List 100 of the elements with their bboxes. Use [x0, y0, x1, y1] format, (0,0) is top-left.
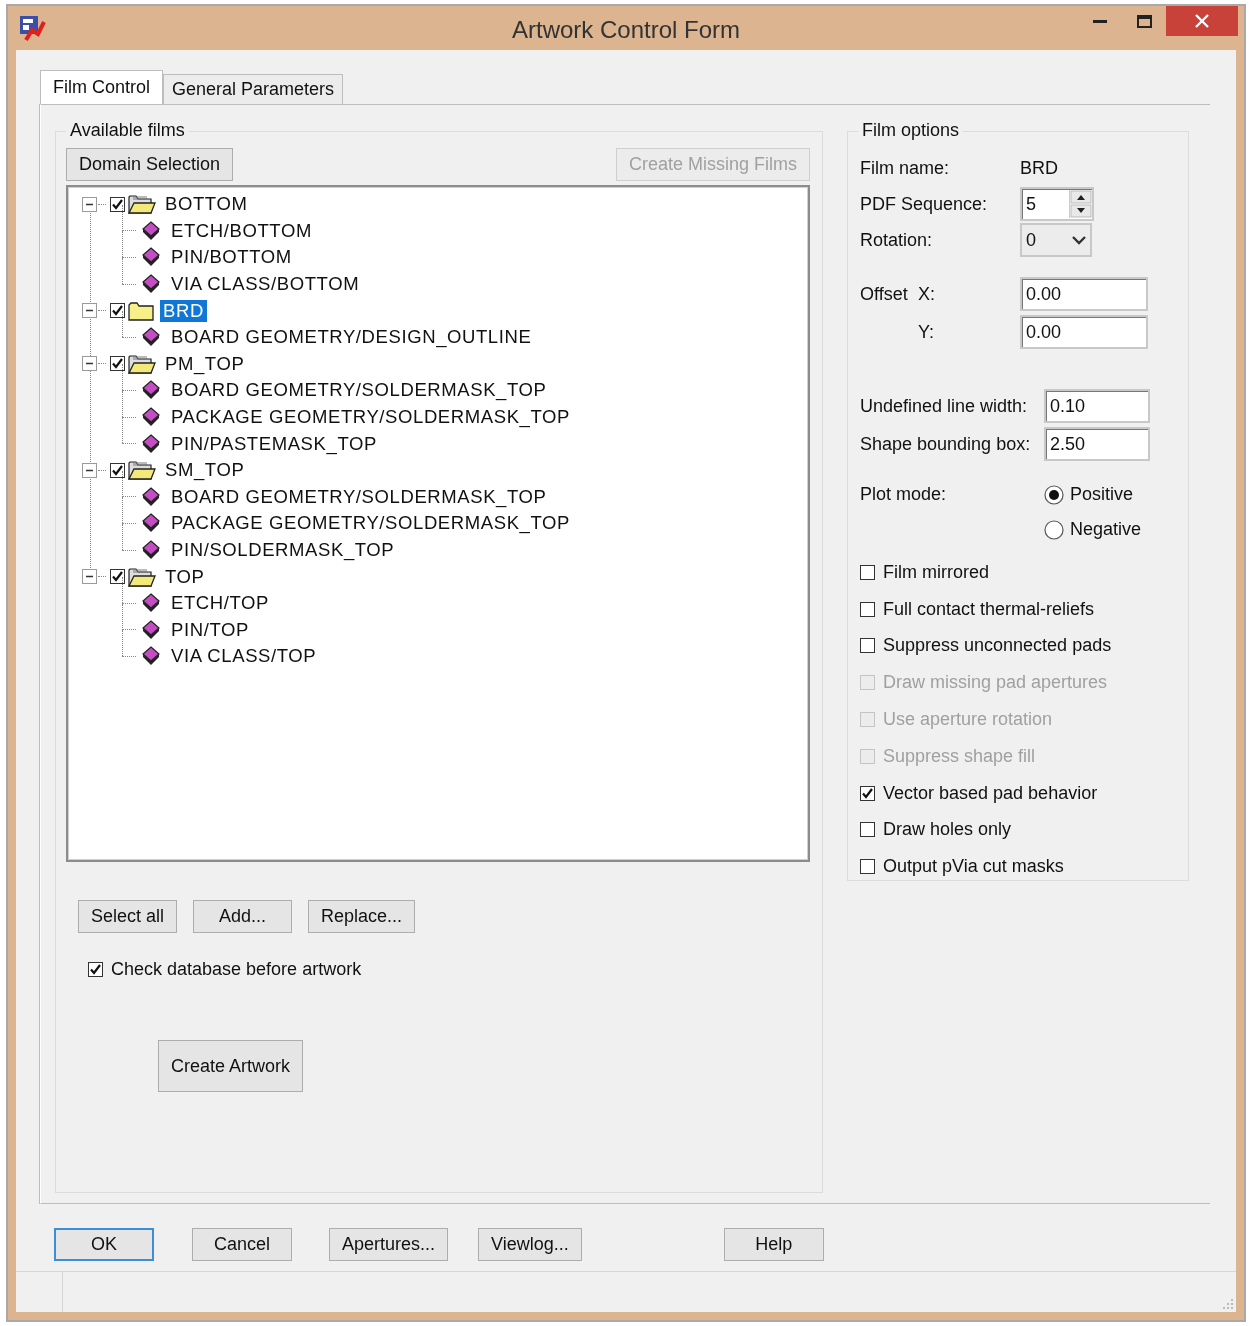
domain-selection-button[interactable]: Domain Selection	[66, 148, 234, 181]
action-button[interactable]: Add...	[193, 900, 293, 933]
checkbox-label: Use aperture rotation	[883, 709, 1053, 731]
collapse-icon[interactable]	[82, 303, 97, 319]
action-button[interactable]: Replace...	[308, 900, 416, 933]
checkbox-label: Suppress unconnected pads	[883, 635, 1112, 657]
folder-icon	[128, 300, 154, 321]
radio-button[interactable]	[1044, 484, 1064, 505]
window-title: Artwork Control Form	[511, 16, 740, 44]
field-label: Undefined line width:	[860, 395, 1029, 417]
open-folder-icon	[128, 460, 156, 481]
checkbox[interactable]	[110, 462, 125, 478]
field-label: PDF Sequence:	[860, 193, 989, 215]
tree-item[interactable]: VIA CLASS/TOP	[168, 645, 320, 668]
resize-grip-icon	[1222, 1298, 1234, 1310]
input-field[interactable]: 0.10	[1044, 389, 1150, 423]
tree-item[interactable]: BOARD GEOMETRY/SOLDERMASK_TOP	[168, 379, 550, 402]
create-artwork-button[interactable]: Create Artwork	[158, 1040, 304, 1092]
checkbox-label: Check database before artwork	[111, 959, 362, 980]
diamond-icon	[142, 220, 160, 241]
diamond-icon	[142, 327, 160, 348]
tree-item[interactable]: PACKAGE GEOMETRY/SOLDERMASK_TOP	[168, 512, 573, 535]
action-button[interactable]: Select all	[78, 900, 178, 933]
field-label: Plot mode:	[860, 484, 948, 506]
diamond-icon	[142, 274, 160, 295]
checkbox-label: Suppress shape fill	[883, 745, 1036, 767]
checkbox[interactable]	[110, 303, 125, 319]
input-field[interactable]: 0.00	[1020, 277, 1148, 311]
close-icon	[1194, 13, 1210, 29]
open-folder-icon	[128, 194, 156, 215]
open-folder-icon	[128, 353, 156, 374]
tree-item[interactable]: PM_TOP	[162, 352, 248, 375]
diamond-icon	[142, 247, 160, 268]
field-label: Offset	[860, 283, 909, 305]
radio-button[interactable]	[1044, 519, 1064, 540]
tree-item[interactable]: BRD	[160, 299, 207, 322]
diamond-icon	[142, 646, 160, 667]
diamond-icon	[142, 486, 160, 507]
dialog-button[interactable]: Help	[723, 1228, 824, 1261]
checkbox-label: Draw holes only	[883, 819, 1012, 841]
tree-item[interactable]: BOTTOM	[162, 193, 251, 216]
checkbox[interactable]	[860, 601, 875, 617]
tree-item[interactable]: PIN/PASTEMASK_TOP	[168, 432, 380, 455]
checkbox[interactable]	[860, 859, 875, 875]
checkbox[interactable]	[88, 962, 103, 977]
tab[interactable]: General Parameters	[163, 74, 344, 104]
checkbox[interactable]	[110, 569, 125, 585]
spin-field[interactable]: 5	[1020, 187, 1094, 221]
input-field[interactable]: 2.50	[1044, 427, 1150, 461]
group-title: Film options	[858, 120, 964, 141]
diamond-icon	[142, 540, 160, 560]
dialog-button[interactable]: Viewlog...	[478, 1228, 582, 1261]
tree-item[interactable]: PIN/TOP	[168, 618, 252, 641]
radio-label: Positive	[1070, 484, 1134, 505]
tree-item[interactable]: PACKAGE GEOMETRY/SOLDERMASK_TOP	[168, 406, 573, 429]
tree-item[interactable]: VIA CLASS/BOTTOM	[168, 273, 363, 296]
input-field[interactable]: 0.00	[1020, 315, 1148, 349]
field-label: Y:	[918, 321, 935, 343]
diamond-icon	[142, 513, 160, 534]
collapse-icon[interactable]	[82, 569, 97, 585]
checkbox[interactable]	[110, 356, 125, 372]
diamond-icon	[142, 593, 160, 614]
checkbox-label: Draw missing pad apertures	[883, 672, 1108, 694]
app-icon	[18, 14, 46, 42]
tree-item[interactable]: BOARD GEOMETRY/SOLDERMASK_TOP	[168, 485, 550, 508]
tree-item[interactable]: ETCH/BOTTOM	[168, 219, 315, 242]
chevron-down-icon	[1072, 235, 1086, 245]
tree-item[interactable]: SM_TOP	[162, 459, 248, 482]
checkbox[interactable]	[110, 196, 125, 212]
diamond-icon	[142, 619, 160, 640]
tree-item[interactable]: PIN/SOLDERMASK_TOP	[168, 539, 398, 561]
open-folder-icon	[128, 566, 156, 587]
checkbox[interactable]	[860, 564, 875, 580]
checkbox-label: Full contact thermal-reliefs	[883, 598, 1095, 620]
checkbox[interactable]	[860, 638, 875, 654]
tab[interactable]: Film Control	[40, 70, 163, 104]
checkbox[interactable]	[860, 785, 875, 801]
film-name-value: BRD	[1020, 157, 1058, 179]
checkbox-label: Film mirrored	[883, 561, 989, 583]
tree-item[interactable]: ETCH/TOP	[168, 592, 272, 615]
tree-item[interactable]: TOP	[162, 565, 208, 588]
rotation-dropdown[interactable]: 0	[1020, 223, 1092, 257]
collapse-icon[interactable]	[82, 196, 97, 212]
collapse-icon[interactable]	[82, 462, 97, 478]
spin-arrows-icon	[1070, 190, 1092, 218]
checkbox-label: Output pVia cut masks	[883, 856, 1064, 878]
checkbox[interactable]	[860, 822, 875, 838]
field-label: X:	[918, 283, 936, 305]
close-button[interactable]	[1166, 6, 1238, 36]
field-label: Rotation:	[860, 229, 934, 251]
checkbox-label: Vector based pad behavior	[883, 782, 1098, 804]
dialog-button[interactable]: OK	[54, 1228, 154, 1261]
dialog-button[interactable]: Cancel	[192, 1228, 292, 1261]
tree-item[interactable]: PIN/BOTTOM	[168, 246, 295, 269]
field-label: Shape bounding box:	[860, 433, 1032, 455]
field-label: Film name:	[860, 157, 950, 179]
dialog-button[interactable]: Apertures...	[329, 1228, 449, 1261]
collapse-icon[interactable]	[82, 356, 97, 372]
tree-item[interactable]: BOARD GEOMETRY/DESIGN_OUTLINE	[168, 326, 535, 349]
diamond-icon	[142, 407, 160, 428]
